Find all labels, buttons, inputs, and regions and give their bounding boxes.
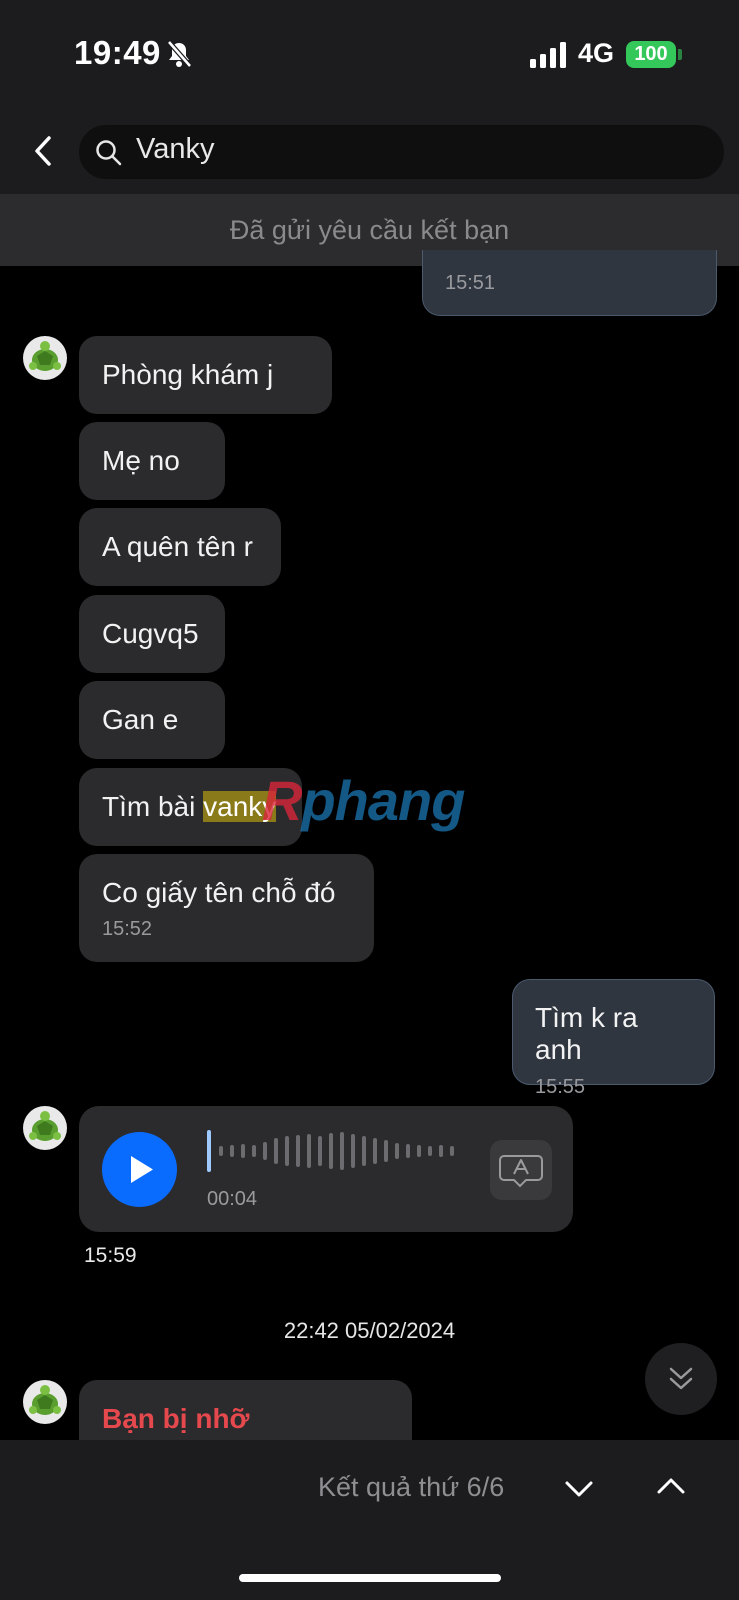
sent-bubble[interactable]: 15:51 [422,250,717,316]
battery-icon: 100 [626,41,676,68]
received-message[interactable]: Gan e [79,681,225,759]
waveform-bar [318,1136,322,1166]
scroll-to-bottom-button[interactable] [645,1343,717,1415]
message-text: Mẹ no [102,445,180,476]
waveform-bar [428,1146,432,1156]
watermark-text: phang [301,769,465,832]
waveform-bar [252,1145,256,1157]
voice-duration: 00:04 [207,1188,258,1210]
waveform-bar [219,1146,223,1156]
message-text: Tìm bài vanky [102,768,279,822]
back-arrow-icon[interactable] [30,134,56,168]
waveform-bar [439,1145,443,1157]
message-time: 15:51 [445,272,496,294]
transcribe-button[interactable] [490,1140,552,1200]
play-button[interactable] [102,1132,177,1207]
received-message[interactable]: Cugvq5 [79,595,225,673]
message-time: 15:55 [535,1076,586,1098]
waveform-bar [351,1134,355,1168]
waveform-bar [230,1145,234,1157]
home-indicator[interactable] [239,1574,501,1582]
message-text: Phòng khám j [102,359,274,390]
avatar[interactable] [23,1106,67,1150]
message-text: Gan e [102,704,179,735]
message-text: Co giấy tên chỗ đó [102,877,336,908]
watermark-logo: Rphang [262,768,465,833]
message-text-part: Tìm bài [102,791,204,822]
waveform-bar [296,1135,300,1167]
received-message[interactable]: Co giấy tên chỗ đó 15:52 [79,854,374,962]
waveform-bar [417,1145,421,1157]
waveform-bar [406,1144,410,1158]
waveform-bar [241,1144,245,1158]
double-chevron-down-icon [669,1367,693,1390]
watermark-r: R [262,769,302,832]
message-text: Cugvq5 [102,618,199,649]
message-text: Tìm k ra anh [535,1002,638,1065]
next-result-chevron-down-icon[interactable] [564,1477,594,1501]
waveform-bar [274,1138,278,1164]
battery-tip [678,49,682,60]
waveform-bar [362,1136,366,1166]
message-text: A quên tên r [102,531,254,562]
received-message[interactable]: Mẹ no [79,422,225,500]
message-time: 15:52 [102,918,153,940]
waveform [207,1130,454,1172]
waveform-bar [450,1146,454,1156]
avatar[interactable] [23,1380,67,1424]
waveform-bar [285,1136,289,1166]
waveform-bar [340,1132,344,1170]
missed-call-label: Bạn bị nhỡ [102,1403,250,1434]
clock: 19:49 [74,34,161,71]
search-icon [96,140,122,166]
sent-bubble[interactable]: Tìm k ra anh 15:55 [512,979,715,1098]
waveform-bar [373,1138,377,1164]
play-icon [131,1156,153,1183]
received-message[interactable]: A quên tên r [79,508,281,586]
signal-icon [530,42,566,68]
avatar[interactable] [23,336,67,380]
waveform-bar [307,1134,311,1168]
turtle-icon [29,1111,61,1141]
previous-result-chevron-up-icon[interactable] [656,1474,686,1498]
search-value: Vanky [136,133,215,165]
speech-to-text-icon [499,1155,543,1188]
message-time: 15:59 [84,1244,137,1267]
bell-slash-icon [167,40,192,68]
date-separator: 22:42 05/02/2024 [283,1318,456,1343]
waveform-bar [384,1140,388,1162]
waveform-bar [329,1133,333,1169]
waveform-bar [395,1143,399,1159]
turtle-icon [29,1385,61,1415]
received-message[interactable]: Phòng khám j [79,336,332,414]
turtle-icon [29,341,61,371]
waveform-bar [263,1142,267,1160]
search-result-count: Kết quả thứ 6/6 [318,1472,505,1502]
network-type: 4G [578,38,615,68]
